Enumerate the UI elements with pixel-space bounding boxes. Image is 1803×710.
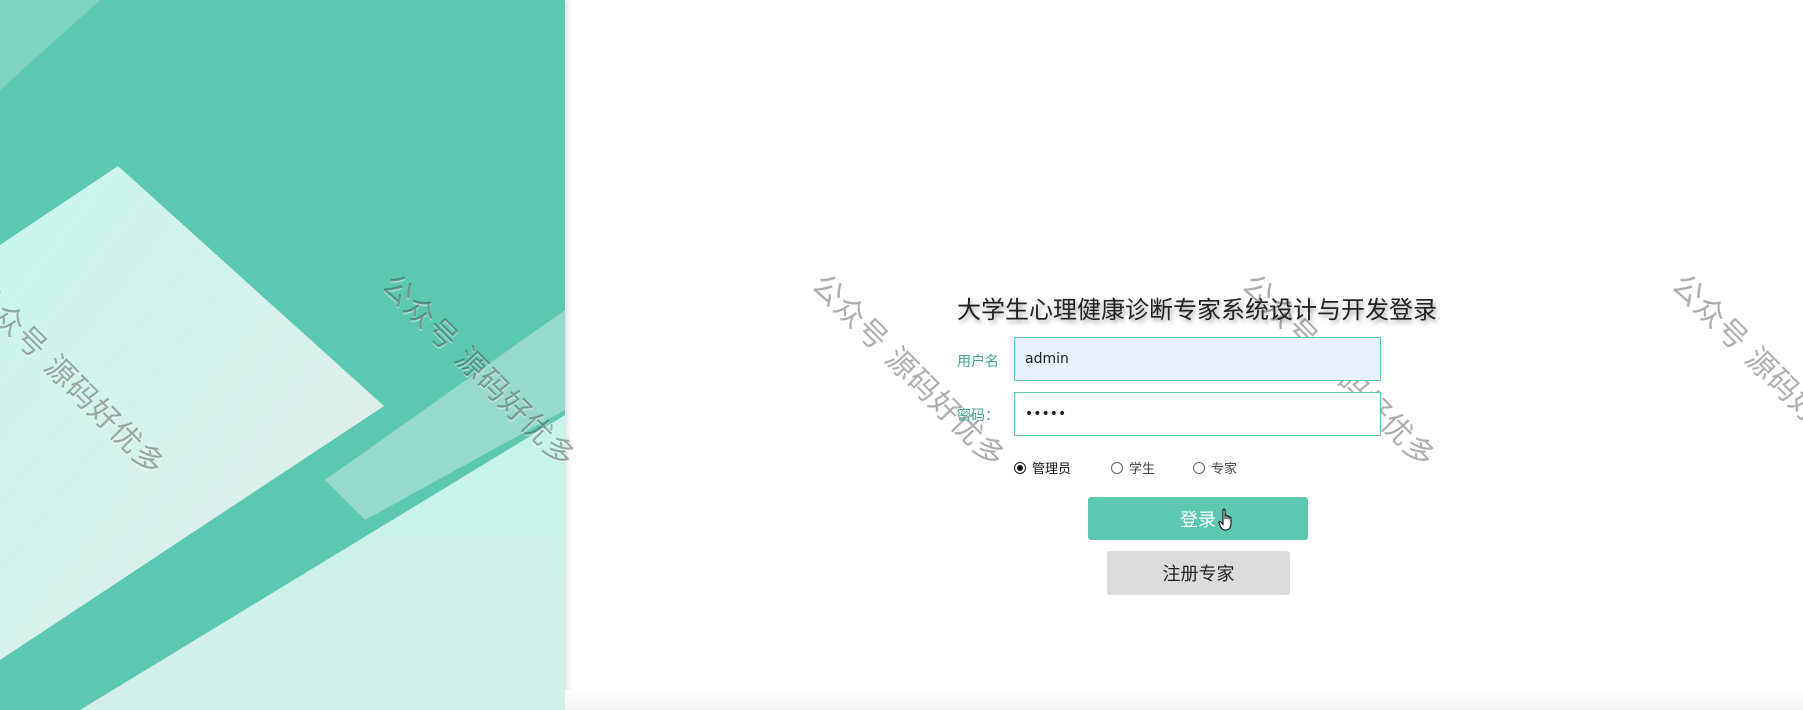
role-radio-expert[interactable]: 专家 — [1193, 458, 1237, 477]
radio-checked-icon[interactable] — [1014, 461, 1026, 474]
page-title: 大学生心理健康诊断专家系统设计与开发登录 — [957, 296, 1437, 324]
watermark: 公众号 源码好优多 — [1664, 267, 1803, 476]
role-radio-admin[interactable]: 管理员 — [1014, 458, 1071, 477]
role-label: 管理员 — [1032, 462, 1072, 477]
role-radio-student[interactable]: 学生 — [1111, 458, 1155, 477]
username-label: 用户名 — [957, 354, 999, 370]
decorative-side-panel — [0, 0, 565, 710]
username-input[interactable] — [1014, 337, 1381, 381]
password-label: 密码： — [957, 408, 999, 424]
role-label: 学生 — [1129, 462, 1156, 477]
radio-unchecked-icon[interactable] — [1111, 461, 1123, 474]
login-button[interactable]: 登录 — [1088, 497, 1308, 540]
register-expert-button[interactable]: 注册专家 — [1107, 551, 1290, 595]
geometric-background-graphic — [0, 0, 565, 710]
bottom-strip — [565, 690, 1803, 710]
role-label: 专家 — [1211, 462, 1238, 477]
hand-pointer-cursor-icon — [1218, 508, 1232, 531]
password-input[interactable] — [1014, 392, 1381, 436]
radio-unchecked-icon[interactable] — [1193, 461, 1205, 474]
